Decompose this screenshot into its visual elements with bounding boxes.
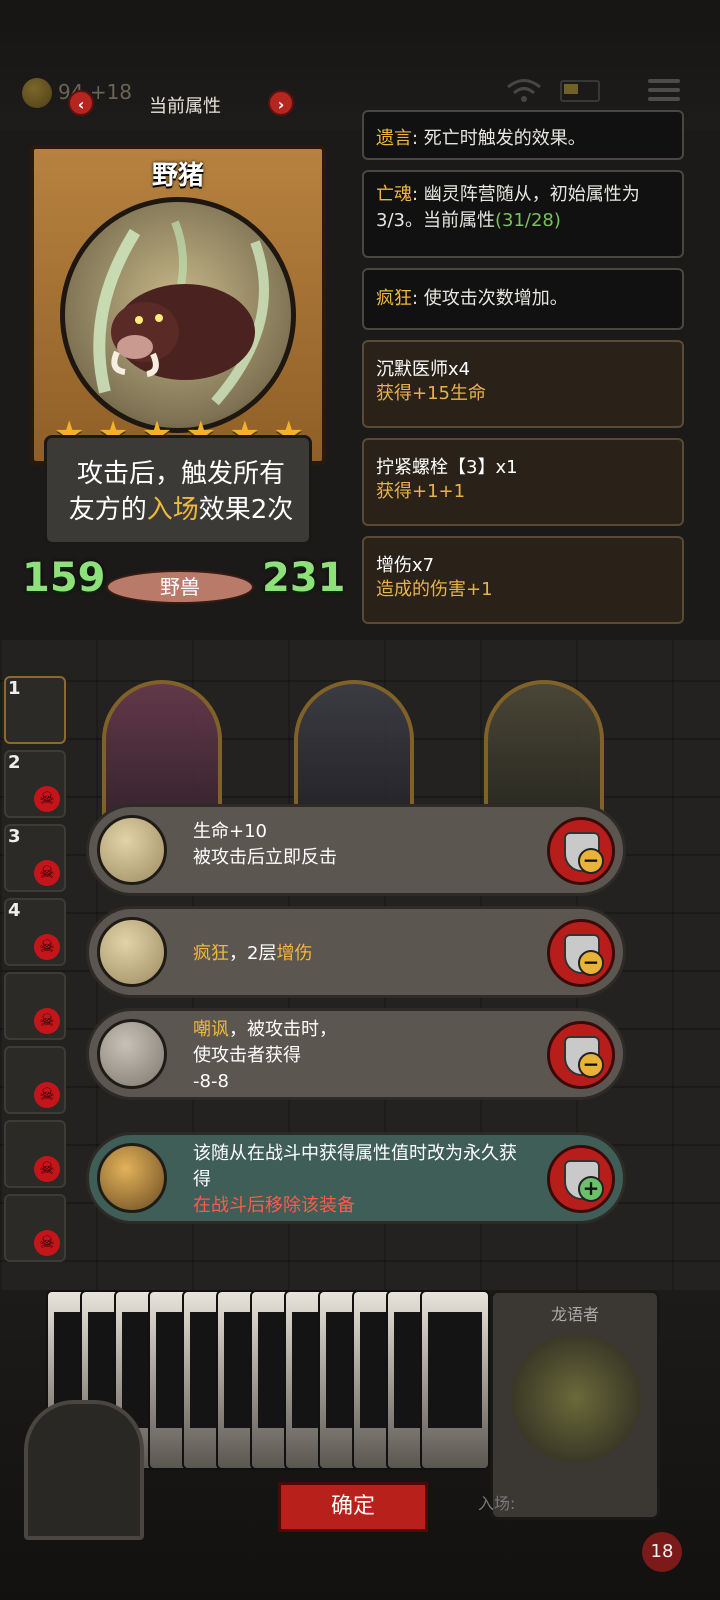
menu-icon[interactable] xyxy=(648,74,680,106)
remove-equipment-button[interactable]: − xyxy=(547,919,615,987)
tribe-badge: 野兽 xyxy=(106,570,254,604)
featured-hand-card[interactable]: 龙语者 xyxy=(490,1290,660,1520)
equipment-row: 生命+10 被攻击后立即反击 − xyxy=(86,804,626,896)
skull-icon: ☠ xyxy=(34,1156,60,1182)
card-name: 野猪 xyxy=(151,161,204,191)
dragon-speaker-portrait xyxy=(511,1333,641,1463)
attack-stat: 159 xyxy=(22,555,106,601)
double-claw-icon xyxy=(97,917,167,987)
skull-icon: ☠ xyxy=(34,1082,60,1108)
equipment-row: 该随从在战斗中获得属性值时改为永久获得 在战斗后移除该装备 + xyxy=(86,1132,626,1224)
shop-portal[interactable] xyxy=(24,1400,144,1540)
board-minion[interactable] xyxy=(102,680,222,820)
card-description: 攻击后，触发所有 友方的入场效果2次 xyxy=(68,459,294,525)
buff-item: 拧紧螺栓【3】x1 获得+1+1 xyxy=(362,438,684,526)
claw-meat-icon xyxy=(97,815,167,885)
skull-icon: ☠ xyxy=(34,1230,60,1256)
hand-entry-label: 入场: xyxy=(478,1494,516,1513)
board-minion[interactable] xyxy=(294,680,414,820)
keyword-frenzy: 疯狂: 使攻击次数增加。 xyxy=(362,268,684,330)
roster-slot[interactable]: ☠ xyxy=(4,1194,66,1262)
keyword-ghost: 亡魂: 幽灵阵营随从，初始属性为3/3。当前属性(31/28) xyxy=(362,170,684,258)
roster-slot[interactable]: 2 ☠ xyxy=(4,750,66,818)
panel-title: 当前属性 xyxy=(149,96,221,117)
level-badge: 18 xyxy=(642,1532,682,1572)
roster-slot[interactable]: ☠ xyxy=(4,1120,66,1188)
wifi-icon xyxy=(507,79,541,102)
gold-coin-icon xyxy=(22,78,52,108)
battery-icon xyxy=(560,80,600,102)
roster-slot[interactable]: 1 xyxy=(4,676,66,744)
hand-card[interactable] xyxy=(420,1290,490,1470)
skull-icon: ☠ xyxy=(34,786,60,812)
confirm-button[interactable]: 确定 xyxy=(278,1482,428,1532)
roster-slot[interactable]: 3 ☠ xyxy=(4,824,66,892)
board-minion[interactable] xyxy=(484,680,604,820)
skull-icon: ☠ xyxy=(34,860,60,886)
roster-slot[interactable]: ☠ xyxy=(4,972,66,1040)
prev-arrow-button[interactable]: ‹ xyxy=(68,90,94,116)
card-description-box: 攻击后，触发所有 友方的入场效果2次 xyxy=(44,435,312,545)
skull-icon: ☠ xyxy=(34,1008,60,1034)
buff-item: 增伤x7 造成的伤害+1 xyxy=(362,536,684,624)
next-arrow-button[interactable]: › xyxy=(268,90,294,116)
remove-equipment-button[interactable]: − xyxy=(547,817,615,885)
boar-portrait xyxy=(60,197,296,433)
remove-equipment-button[interactable]: − xyxy=(547,1021,615,1089)
skull-icon: ☠ xyxy=(34,934,60,960)
add-equipment-button[interactable]: + xyxy=(547,1145,615,1213)
minion-card: 野猪 ★ ★ ★ ★ ★ ★ 攻击后，触发所有 友方的入场效果2次 159 野兽… xyxy=(22,145,346,604)
health-stat: 231 xyxy=(262,555,346,601)
keyword-deathrattle: 遗言: 死亡时触发的效果。 xyxy=(362,110,684,160)
equipment-row: 疯狂，2层增伤 − xyxy=(86,906,626,998)
roster-slot[interactable]: 4 ☠ xyxy=(4,898,66,966)
buff-item: 沉默医师x4 获得+15生命 xyxy=(362,340,684,428)
roster-slot[interactable]: ☠ xyxy=(4,1046,66,1114)
equipment-row: 嘲讽，被攻击时， 使攻击者获得 -8-8 − xyxy=(86,1008,626,1100)
gauntlet-icon xyxy=(97,1019,167,1089)
spark-tool-icon xyxy=(97,1143,167,1213)
